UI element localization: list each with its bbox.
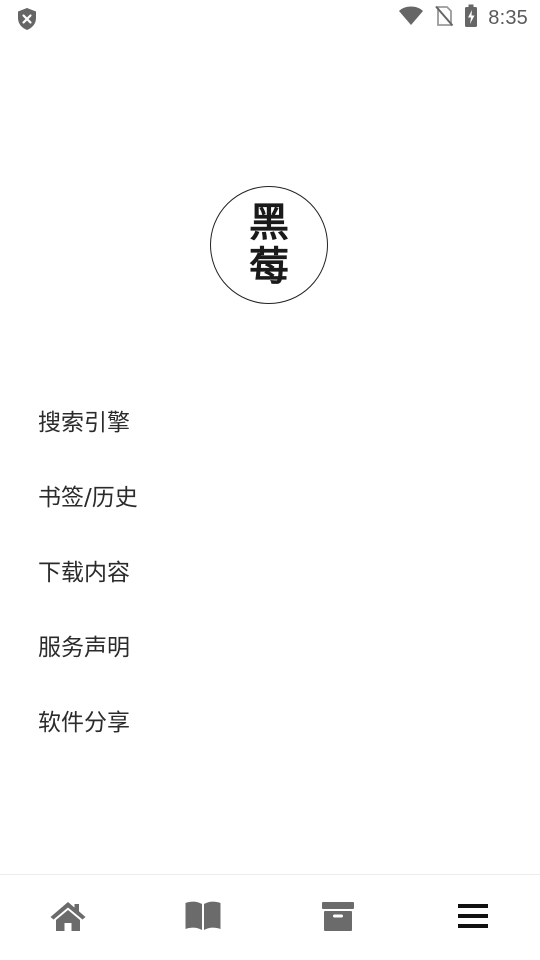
nav-archive-button[interactable] — [270, 875, 405, 960]
menu-icon — [457, 902, 488, 934]
menu-item-search-engine[interactable]: 搜索引擎 — [0, 382, 540, 457]
status-bar: 8:35 — [0, 0, 540, 36]
menu-item-share-app[interactable]: 软件分享 — [0, 682, 540, 757]
menu-item-bookmarks-history[interactable]: 书签/历史 — [0, 457, 540, 532]
nav-menu-button[interactable] — [405, 875, 540, 960]
book-icon — [184, 900, 222, 936]
menu-item-label: 软件分享 — [38, 709, 130, 736]
no-sim-icon — [434, 5, 454, 31]
archive-icon — [321, 900, 355, 936]
logo-char-2: 莓 — [249, 243, 289, 290]
bottom-nav — [0, 874, 540, 960]
shield-x-icon — [16, 7, 38, 31]
menu-item-label: 搜索引擎 — [38, 409, 130, 436]
nav-home-button[interactable] — [0, 875, 135, 960]
status-time: 8:35 — [488, 6, 528, 29]
main-menu: 搜索引擎 书签/历史 下载内容 服务声明 软件分享 — [0, 382, 540, 757]
menu-item-label: 下载内容 — [38, 559, 130, 586]
app-logo: 黑 莓 — [210, 186, 328, 304]
nav-book-button[interactable] — [135, 875, 270, 960]
battery-charging-icon — [464, 4, 478, 32]
wifi-icon — [398, 6, 424, 30]
menu-item-label: 书签/历史 — [38, 484, 138, 511]
menu-item-label: 服务声明 — [38, 634, 130, 661]
logo-char-1: 黑 — [249, 199, 289, 246]
menu-item-downloads[interactable]: 下载内容 — [0, 532, 540, 607]
menu-item-service-statement[interactable]: 服务声明 — [0, 607, 540, 682]
home-icon — [49, 900, 87, 936]
status-right: 8:35 — [398, 4, 528, 32]
